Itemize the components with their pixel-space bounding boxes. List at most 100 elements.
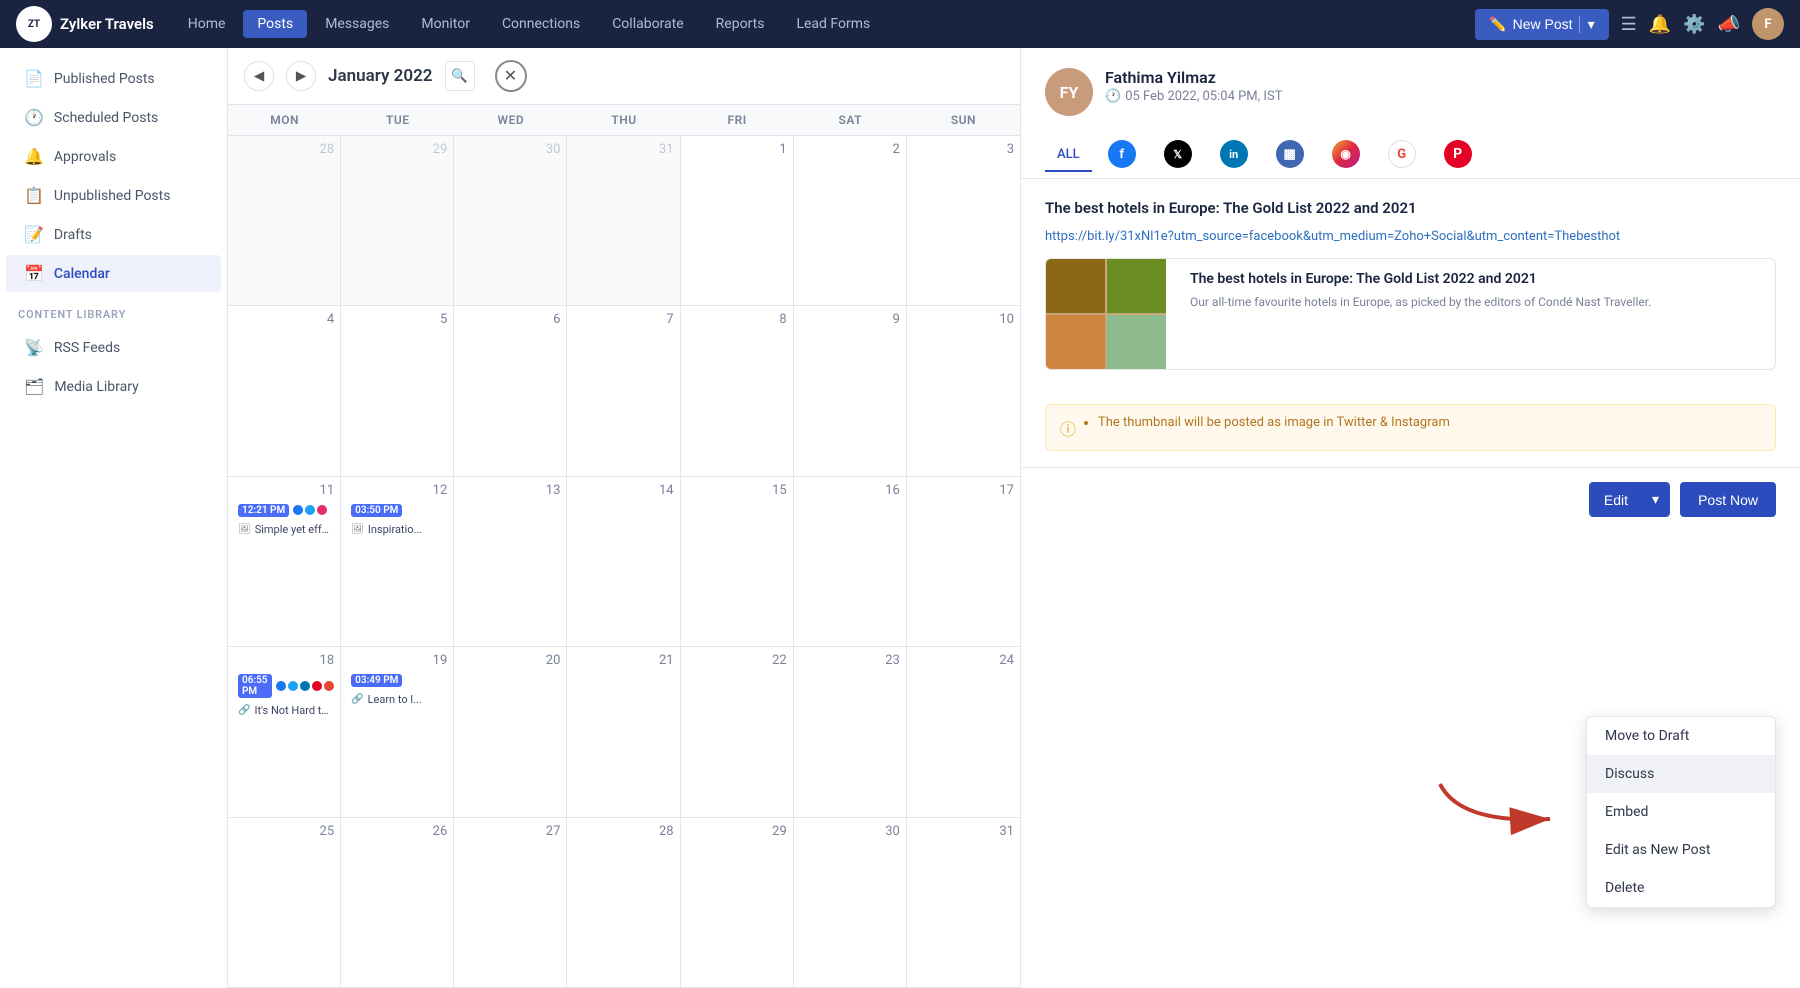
brand-logo[interactable]: ZT Zylker Travels (16, 6, 154, 42)
cal-cell-29[interactable]: 29 (681, 818, 794, 987)
cal-cell-6[interactable]: 6 (454, 306, 567, 475)
menu-icon[interactable]: ☰ (1621, 14, 1637, 35)
sidebar-item-scheduled-posts[interactable]: 🕐 Scheduled Posts (6, 99, 221, 136)
post-chip-1121[interactable]: 12:21 PM (234, 502, 334, 519)
calendar-prev-button[interactable]: ◀ (244, 61, 274, 91)
sidebar-item-published-posts[interactable]: 📄 Published Posts (6, 60, 221, 97)
sidebar-item-unpublished-posts[interactable]: 📋 Unpublished Posts (6, 177, 221, 214)
cal-cell-26[interactable]: 26 (341, 818, 454, 987)
cal-cell-10[interactable]: 10 (907, 306, 1020, 475)
warning-icon: ⓘ (1060, 416, 1076, 440)
post-now-button[interactable]: Post Now (1680, 482, 1776, 517)
cal-cell-22[interactable]: 22 (681, 647, 794, 816)
post-chip-18-text[interactable]: 🔗 It's Not Hard to Find... (234, 702, 334, 719)
cal-cell-25[interactable]: 25 (228, 818, 341, 987)
settings-icon[interactable]: ⚙️ (1683, 14, 1705, 35)
cal-cell-27[interactable]: 27 (454, 818, 567, 987)
cal-cell-15[interactable]: 15 (681, 477, 794, 646)
new-post-dropdown-arrow[interactable]: ▾ (1579, 16, 1595, 33)
post-chip-12-text[interactable]: 🖼 Inspiratio... (347, 521, 447, 538)
tab-linkedin[interactable]: in (1208, 132, 1260, 178)
post-chip-1250[interactable]: 03:50 PM (347, 502, 447, 519)
cal-cell-11[interactable]: 11 12:21 PM 🖼 Simple yet effective... (228, 477, 341, 646)
notifications-icon[interactable]: 🔔 (1649, 14, 1671, 35)
cal-cell-2[interactable]: 2 (794, 136, 907, 305)
nav-home[interactable]: Home (174, 10, 240, 38)
cal-cell-12[interactable]: 12 03:50 PM 🖼 Inspiratio... (341, 477, 454, 646)
tab-twitter[interactable]: 𝕏 (1152, 132, 1204, 178)
cal-cell-19[interactable]: 19 03:49 PM 🔗 Learn to l... (341, 647, 454, 816)
edit-button[interactable]: Edit (1590, 483, 1642, 516)
context-menu-delete[interactable]: Delete (1587, 869, 1775, 907)
new-post-button[interactable]: ✏️ New Post ▾ (1475, 9, 1608, 40)
linkedin-indicator (300, 681, 310, 691)
cal-cell-21[interactable]: 21 (567, 647, 680, 816)
nav-monitor[interactable]: Monitor (407, 10, 484, 38)
tab-buffer[interactable]: ▦ (1264, 132, 1316, 178)
cal-cell-13[interactable]: 13 (454, 477, 567, 646)
calendar-icon: 📅 (24, 264, 44, 283)
cal-cell-18[interactable]: 18 06:55 PM 🔗 (228, 647, 341, 816)
cal-cell-31-dec[interactable]: 31 (567, 136, 680, 305)
tab-facebook[interactable]: f (1096, 132, 1148, 178)
megaphone-icon[interactable]: 📣 (1718, 14, 1740, 35)
cal-cell-30[interactable]: 30 (794, 818, 907, 987)
sidebar-item-approvals[interactable]: 🔔 Approvals (6, 138, 221, 175)
warning-banner: ⓘ The thumbnail will be posted as image … (1045, 404, 1776, 451)
post-chip-1949[interactable]: 03:49 PM (347, 672, 447, 689)
context-menu-discuss[interactable]: Discuss (1587, 755, 1775, 793)
cal-cell-9[interactable]: 9 (794, 306, 907, 475)
twitter-indicator (305, 505, 315, 515)
nav-messages[interactable]: Messages (311, 10, 403, 38)
calendar-close-button[interactable]: ✕ (495, 60, 527, 92)
context-menu-embed[interactable]: Embed (1587, 793, 1775, 831)
cal-cell-20[interactable]: 20 (454, 647, 567, 816)
cal-cell-17[interactable]: 17 (907, 477, 1020, 646)
post-chip-11-text[interactable]: 🖼 Simple yet effective... (234, 521, 334, 538)
cal-cell-3[interactable]: 3 (907, 136, 1020, 305)
calendar-next-button[interactable]: ▶ (286, 61, 316, 91)
cal-cell-5[interactable]: 5 (341, 306, 454, 475)
post-time-badge: 12:21 PM (238, 504, 289, 517)
post-social-icons (276, 681, 334, 691)
sidebar-item-drafts[interactable]: 📝 Drafts (6, 216, 221, 253)
nav-lead-forms[interactable]: Lead Forms (782, 10, 884, 38)
post-preview-title: The best hotels in Europe: The Gold List… (1190, 271, 1763, 287)
sidebar-item-media-library[interactable]: 🗂 Media Library (6, 368, 221, 405)
calendar-search-button[interactable]: 🔍 (445, 61, 475, 91)
cal-cell-28[interactable]: 28 (567, 818, 680, 987)
media-library-icon: 🗂 (24, 377, 44, 396)
calendar-week-3: 11 12:21 PM 🖼 Simple yet effective... (228, 477, 1020, 647)
cal-cell-8[interactable]: 8 (681, 306, 794, 475)
post-chip-1855[interactable]: 06:55 PM (234, 672, 334, 700)
post-url[interactable]: https://bit.ly/31xNl1e?utm_source=facebo… (1045, 229, 1776, 244)
cal-cell-29-dec[interactable]: 29 (341, 136, 454, 305)
post-time-badge: 06:55 PM (238, 674, 272, 698)
tab-instagram[interactable]: ◉ (1320, 132, 1372, 178)
nav-reports[interactable]: Reports (702, 10, 779, 38)
cal-cell-7[interactable]: 7 (567, 306, 680, 475)
cal-cell-24[interactable]: 24 (907, 647, 1020, 816)
tab-all[interactable]: ALL (1045, 139, 1092, 172)
context-menu-move-to-draft[interactable]: Move to Draft (1587, 717, 1775, 755)
nav-connections[interactable]: Connections (488, 10, 594, 38)
cal-cell-4[interactable]: 4 (228, 306, 341, 475)
sidebar-item-rss-feeds[interactable]: 📡 RSS Feeds (6, 329, 221, 366)
cal-cell-1[interactable]: 1 (681, 136, 794, 305)
edit-dropdown-button[interactable]: ▾ (1642, 483, 1669, 516)
sidebar-item-calendar[interactable]: 📅 Calendar (6, 255, 221, 292)
nav-collaborate[interactable]: Collaborate (598, 10, 697, 38)
user-avatar[interactable]: F (1752, 8, 1784, 40)
cal-cell-28-dec[interactable]: 28 (228, 136, 341, 305)
cal-cell-31[interactable]: 31 (907, 818, 1020, 987)
nav-posts[interactable]: Posts (243, 10, 307, 38)
instagram-tab-icon: ◉ (1332, 140, 1360, 168)
cal-cell-16[interactable]: 16 (794, 477, 907, 646)
cal-cell-14[interactable]: 14 (567, 477, 680, 646)
context-menu-edit-as-new-post[interactable]: Edit as New Post (1587, 831, 1775, 869)
cal-cell-23[interactable]: 23 (794, 647, 907, 816)
tab-pinterest[interactable]: P (1432, 132, 1484, 178)
post-chip-19-text[interactable]: 🔗 Learn to l... (347, 691, 447, 708)
tab-google[interactable]: G (1376, 132, 1428, 178)
cal-cell-30-dec[interactable]: 30 (454, 136, 567, 305)
